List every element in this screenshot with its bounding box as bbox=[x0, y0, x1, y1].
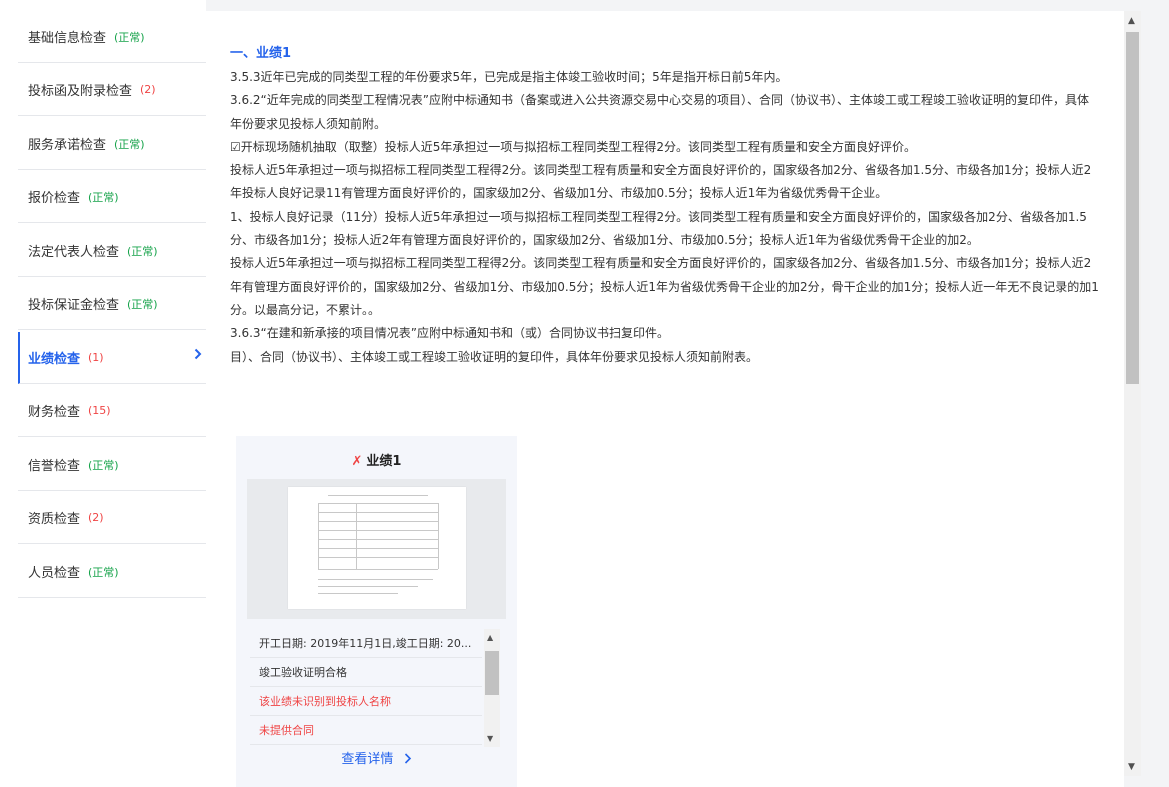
sidebar-item-qualification[interactable]: 资质检查 (2) bbox=[18, 492, 206, 544]
status-badge: (1) bbox=[88, 351, 104, 364]
status-badge: (15) bbox=[88, 404, 111, 417]
sidebar-item-label: 信誉检查 bbox=[28, 459, 81, 474]
main-panel: 一、业绩1 3.5.3近年已完成的同类型工程的年份要求5年，已完成是指主体竣工验… bbox=[206, 11, 1124, 787]
document-thumbnail[interactable] bbox=[247, 479, 506, 619]
status-badge: (正常) bbox=[114, 30, 145, 44]
paragraph: 投标人近5年承担过一项与拟招标工程同类型工程得2分。该同类型工程有质量和安全方面… bbox=[230, 163, 1092, 201]
list-item: 未提供合同 bbox=[250, 716, 482, 745]
list-item: 开工日期: 2019年11月1日,竣工日期: 20... bbox=[250, 629, 482, 658]
main-scrollbar[interactable]: ▲ ▼ bbox=[1124, 11, 1141, 776]
sidebar-item-label: 服务承诺检查 bbox=[28, 138, 107, 153]
list-scrollbar[interactable]: ▲ ▼ bbox=[484, 629, 500, 747]
section-title: 一、业绩1 bbox=[230, 46, 292, 61]
chevron-right-icon bbox=[194, 348, 202, 364]
paragraph: 3.6.3“在建和新承接的项目情况表”应附中标通知书和（或）合同协议书扫复印件。 bbox=[230, 326, 669, 341]
sidebar-item-label: 基础信息检查 bbox=[28, 31, 107, 46]
status-badge: (正常) bbox=[88, 190, 119, 204]
sidebar-item-credit[interactable]: 信誉检查 (正常) bbox=[18, 439, 206, 491]
sidebar-item-label: 资质检查 bbox=[28, 512, 81, 527]
paragraph: ☑开标现场随机抽取（取整）投标人近5年承担过一项与拟招标工程同类型工程得2分。该… bbox=[230, 139, 917, 154]
sidebar-item-legal-rep[interactable]: 法定代表人检查 (正常) bbox=[18, 225, 206, 277]
performance-card: ✗ 业绩1 开工日期: 2019年11月1日,竣工日期: 20... 竣工验收证… bbox=[236, 436, 517, 787]
document-page bbox=[288, 487, 466, 609]
scrollbar-thumb[interactable] bbox=[1126, 32, 1139, 384]
sidebar: 基础信息检查 (正常) 投标函及附录检查 (2) 服务承诺检查 (正常) 报价检… bbox=[0, 0, 206, 787]
card-title: ✗ 业绩1 bbox=[236, 450, 517, 469]
paragraph: 1、投标人良好记录（11分）投标人近5年承担过一项与拟招标工程同类型工程得2分。… bbox=[230, 209, 1087, 248]
status-badge: (正常) bbox=[127, 244, 158, 258]
sidebar-item-label: 报价检查 bbox=[28, 191, 81, 206]
sidebar-item-label: 业绩检查 bbox=[28, 352, 81, 367]
scroll-down-icon[interactable]: ▼ bbox=[1128, 762, 1135, 772]
card-title-text: 业绩1 bbox=[366, 454, 402, 469]
paragraph: 3.6.2“近年完成的同类型工程情况表”应附中标通知书（备案或进入公共资源交易中… bbox=[230, 93, 1089, 131]
check-result-list: 开工日期: 2019年11月1日,竣工日期: 20... 竣工验收证明合格 该业… bbox=[250, 629, 482, 747]
scroll-down-icon[interactable]: ▼ bbox=[487, 734, 493, 743]
sidebar-item-bid-letter[interactable]: 投标函及附录检查 (2) bbox=[18, 64, 206, 116]
sidebar-item-label: 投标函及附录检查 bbox=[28, 84, 133, 99]
view-details-label: 查看详情 bbox=[341, 752, 394, 767]
status-badge: (正常) bbox=[88, 458, 119, 472]
clause-text: 3.5.3近年已完成的同类型工程的年份要求5年，已完成是指主体竣工验收时间；5年… bbox=[230, 66, 1100, 369]
sidebar-item-performance[interactable]: 业绩检查 (1) bbox=[18, 332, 206, 384]
sidebar-item-label: 法定代表人检查 bbox=[28, 245, 120, 260]
status-badge: (正常) bbox=[88, 565, 119, 579]
sidebar-item-quote[interactable]: 报价检查 (正常) bbox=[18, 171, 206, 223]
status-badge: (正常) bbox=[114, 137, 145, 151]
sidebar-item-service[interactable]: 服务承诺检查 (正常) bbox=[18, 118, 206, 170]
sidebar-item-finance[interactable]: 财务检查 (15) bbox=[18, 385, 206, 437]
list-item: 竣工验收证明合格 bbox=[250, 658, 482, 687]
sidebar-item-basic-info[interactable]: 基础信息检查 (正常) bbox=[18, 11, 206, 63]
scroll-up-icon[interactable]: ▲ bbox=[1128, 16, 1135, 26]
chevron-right-icon bbox=[398, 752, 412, 767]
scroll-up-icon[interactable]: ▲ bbox=[487, 633, 493, 642]
sidebar-item-personnel[interactable]: 人员检查 (正常) bbox=[18, 546, 206, 598]
status-badge: (2) bbox=[88, 511, 104, 524]
sidebar-item-label: 人员检查 bbox=[28, 566, 81, 581]
sidebar-item-label: 投标保证金检查 bbox=[28, 298, 120, 313]
paragraph: 目）、合同（协议书）、主体竣工或工程竣工验收证明的复印件，具体年份要求见投标人须… bbox=[230, 349, 759, 364]
sidebar-item-deposit[interactable]: 投标保证金检查 (正常) bbox=[18, 278, 206, 330]
status-badge: (2) bbox=[140, 83, 156, 96]
sidebar-item-label: 财务检查 bbox=[28, 405, 81, 420]
paragraph: 投标人近5年承担过一项与拟招标工程同类型工程得2分。该同类型工程有质量和安全方面… bbox=[230, 256, 1099, 317]
view-details-link[interactable]: 查看详情 bbox=[236, 748, 517, 767]
fail-icon: ✗ bbox=[351, 454, 363, 469]
scrollbar-thumb[interactable] bbox=[485, 651, 499, 695]
list-item: 该业绩未识别到投标人名称 bbox=[250, 687, 482, 716]
status-badge: (正常) bbox=[127, 297, 158, 311]
paragraph: 3.5.3近年已完成的同类型工程的年份要求5年，已完成是指主体竣工验收时间；5年… bbox=[230, 70, 788, 84]
